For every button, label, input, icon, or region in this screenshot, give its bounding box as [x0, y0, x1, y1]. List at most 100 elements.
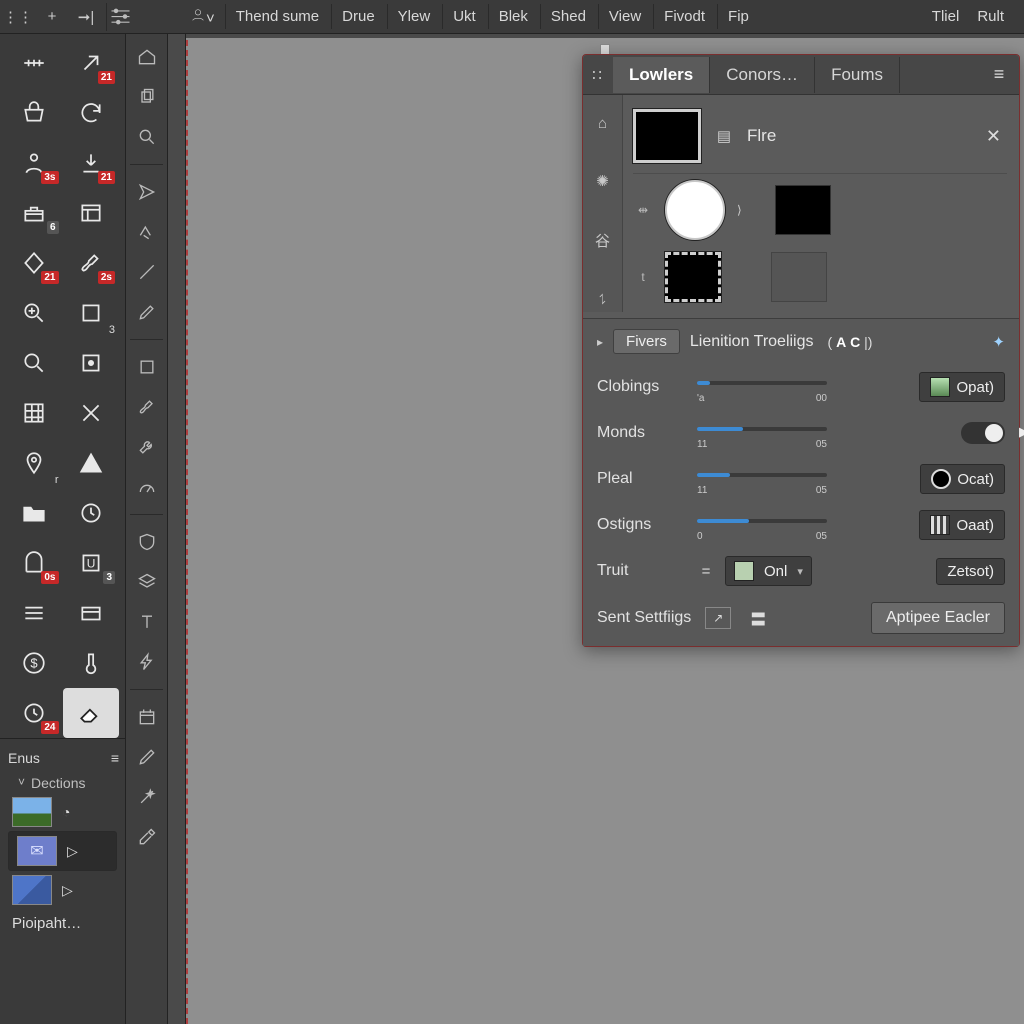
menu-right-0[interactable]: Tliel: [926, 4, 966, 29]
menu-item-4[interactable]: Blek: [488, 4, 538, 29]
menu-user-icon[interactable]: ˅: [182, 3, 223, 31]
pin-icon[interactable]: r: [6, 438, 63, 488]
target-icon[interactable]: [63, 338, 120, 388]
prop-slider-3[interactable]: 005: [697, 510, 827, 540]
props-chip[interactable]: Fivers: [613, 329, 680, 354]
toolbox-section-label[interactable]: Dections: [8, 771, 117, 793]
hamburger-icon[interactable]: ≡: [111, 750, 117, 766]
toolbox-bottom-label[interactable]: Pioipaht…: [8, 909, 117, 942]
menu-item-1[interactable]: Drue: [331, 4, 385, 29]
basket-icon[interactable]: [6, 88, 63, 138]
footer-icon-1[interactable]: ↗: [705, 607, 731, 629]
menu-right-1[interactable]: Rult: [971, 4, 1010, 29]
prop-slider-1[interactable]: 1105: [697, 418, 827, 448]
footer-label: Sent Settfiigs: [597, 609, 691, 627]
wand2-icon[interactable]: ✦: [992, 333, 1005, 351]
house-mini-icon[interactable]: ⾕: [595, 230, 610, 251]
clock2-icon[interactable]: 24: [6, 688, 63, 738]
brush2-icon[interactable]: [130, 390, 164, 424]
menu-item-3[interactable]: Ukt: [442, 4, 486, 29]
card-icon[interactable]: [63, 588, 120, 638]
zoom-in-icon[interactable]: [6, 288, 63, 338]
truit-button[interactable]: Zetsot): [936, 558, 1005, 585]
panel-icon[interactable]: [63, 188, 120, 238]
download-icon[interactable]: 21: [63, 138, 120, 188]
shape-icon[interactable]: [130, 350, 164, 384]
slider-icon[interactable]: [106, 3, 134, 31]
home-mini-icon[interactable]: ⌂: [598, 115, 607, 132]
text-icon[interactable]: [130, 605, 164, 639]
home-icon[interactable]: [130, 40, 164, 74]
search-mini-icon[interactable]: [130, 120, 164, 154]
menu-item-0[interactable]: Thend sume: [225, 4, 329, 29]
prop-button-2[interactable]: Ocat): [920, 464, 1005, 494]
square-3-icon[interactable]: 3: [63, 288, 120, 338]
brush-icon[interactable]: 2s: [63, 238, 120, 288]
refresh-icon[interactable]: [63, 88, 120, 138]
panel-menu-icon[interactable]: ≡: [979, 64, 1019, 85]
align-right-icon[interactable]: ➞|: [72, 3, 100, 31]
menu-item-2[interactable]: Ylew: [387, 4, 441, 29]
eraser-icon[interactable]: [63, 688, 120, 738]
arrow-icon[interactable]: [130, 175, 164, 209]
lasso-icon[interactable]: [130, 215, 164, 249]
gauge-icon[interactable]: [130, 470, 164, 504]
clock-icon[interactable]: [63, 488, 120, 538]
prop-button-0[interactable]: Opat): [919, 372, 1005, 402]
footer-icon-2[interactable]: 〓: [745, 607, 771, 629]
plus-icon[interactable]: +: [38, 3, 66, 31]
gear-mini-icon[interactable]: ✺: [596, 172, 609, 190]
edit-icon[interactable]: [130, 740, 164, 774]
chart-mini-icon[interactable]: ⥍: [599, 291, 606, 308]
prop-slider-0[interactable]: 'a00: [697, 372, 827, 402]
layers-icon[interactable]: [130, 565, 164, 599]
person-icon[interactable]: 3s: [6, 138, 63, 188]
slash-icon[interactable]: [130, 255, 164, 289]
u-icon[interactable]: U3: [63, 538, 120, 588]
layer-row-2[interactable]: t: [633, 246, 1007, 308]
truit-select[interactable]: Onl ▾: [725, 556, 812, 586]
calendar-icon[interactable]: [130, 700, 164, 734]
tab-conors[interactable]: Conors…: [710, 57, 815, 93]
menu-item-7[interactable]: Fivodt: [653, 4, 715, 29]
thermo-icon[interactable]: [63, 638, 120, 688]
menu-item-6[interactable]: View: [598, 4, 651, 29]
menu-item-8[interactable]: Fip: [717, 4, 759, 29]
asset-row-0[interactable]: ◔: [8, 793, 117, 831]
shield-icon[interactable]: [130, 525, 164, 559]
zoom-icon[interactable]: [6, 338, 63, 388]
panel-grip-icon[interactable]: ∷: [583, 66, 613, 84]
layer-row-flre[interactable]: ▤ Flre ✕: [633, 103, 1007, 174]
folder-icon[interactable]: [6, 488, 63, 538]
wrench-icon[interactable]: [130, 430, 164, 464]
grid-icon[interactable]: [6, 388, 63, 438]
asset-row-2[interactable]: ▷: [8, 871, 117, 909]
menu-item-5[interactable]: Shed: [540, 4, 596, 29]
ruler-h-icon[interactable]: [6, 38, 63, 88]
prop-button-3[interactable]: Oaat): [919, 510, 1005, 540]
copy-icon[interactable]: [130, 80, 164, 114]
toolbox-icon[interactable]: 6: [6, 188, 63, 238]
wand-icon[interactable]: [130, 780, 164, 814]
asset-row-1[interactable]: ▷: [8, 831, 117, 871]
disclosure-icon[interactable]: ▸: [597, 335, 603, 349]
dollar-icon[interactable]: $: [6, 638, 63, 688]
triangle-icon[interactable]: [63, 438, 120, 488]
eyedrop-icon[interactable]: [130, 820, 164, 854]
tab-foums[interactable]: Foums: [815, 57, 900, 93]
prop-slider-2[interactable]: 1105: [697, 464, 827, 494]
cross-icon[interactable]: [63, 388, 120, 438]
handle-icon[interactable]: ⋮⋮: [4, 3, 32, 31]
list-icon[interactable]: [6, 588, 63, 638]
prop-label-3: Ostigns: [597, 516, 687, 534]
tab-lowlers[interactable]: Lowlers: [613, 57, 710, 93]
footer-apply-button[interactable]: Aptipee Eacler: [871, 602, 1005, 634]
diamond-icon[interactable]: 21: [6, 238, 63, 288]
pen-icon[interactable]: [130, 295, 164, 329]
layer-close-icon[interactable]: ✕: [980, 126, 1007, 147]
layer-row-1[interactable]: ⇹ ⟩: [633, 174, 1007, 246]
arch-icon[interactable]: 0s: [6, 538, 63, 588]
bolt-icon[interactable]: [130, 645, 164, 679]
prop-toggle-1[interactable]: ▶: [961, 422, 1005, 444]
arrow-ne-icon[interactable]: 21: [63, 38, 120, 88]
